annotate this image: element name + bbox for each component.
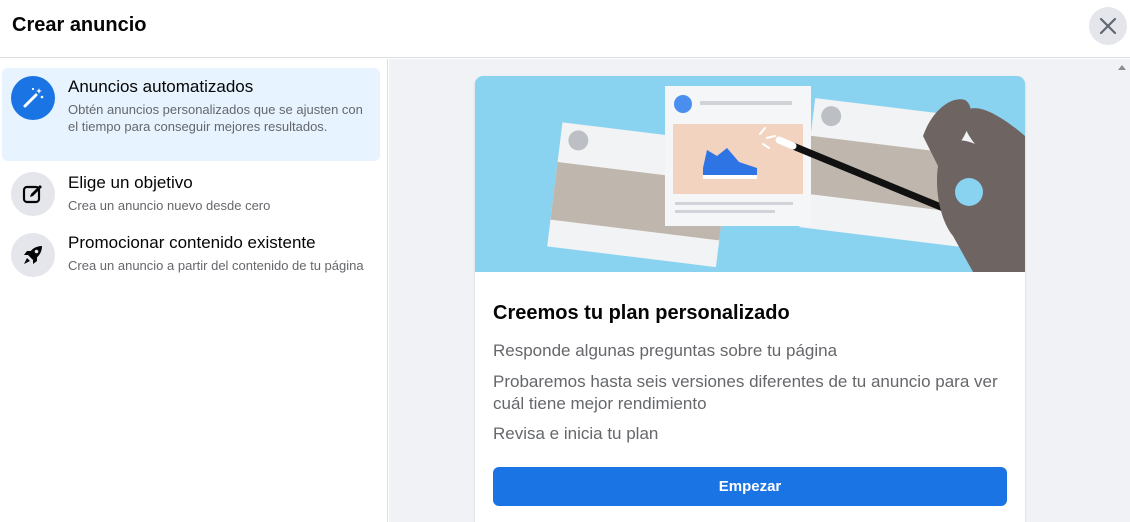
option-automated-ads[interactable]: Anuncios automatizados Obtén anuncios pe… [2,68,380,161]
rocket-icon [11,233,55,277]
card-step-1: Responde algunas preguntas sobre tu pági… [493,341,838,360]
option-description: Crea un anuncio a partir del contenido d… [68,258,364,273]
close-icon [1099,17,1117,35]
dialog-title: Crear anuncio [12,14,147,36]
card-step-2: Probaremos hasta seis versiones diferent… [493,372,998,413]
option-promote-existing[interactable]: Promocionar contenido existente Crea un … [2,226,380,298]
magic-wand-icon [11,76,55,120]
card-step-3: Revisa e inicia tu plan [493,424,659,443]
option-title: Anuncios automatizados [68,77,254,96]
start-button[interactable]: Empezar [493,467,1007,506]
dialog-header: Crear anuncio [0,0,1130,58]
card-title: Creemos tu plan personalizado [493,302,790,324]
option-title: Elige un objetivo [68,173,193,192]
main-panel: Creemos tu plan personalizado Responde a… [389,59,1130,522]
option-choose-objective[interactable]: Elige un objetivo Crea un anuncio nuevo … [2,165,380,221]
ad-illustration [475,76,1025,272]
option-description: Obtén anuncios personalizados que se aju… [68,102,363,134]
scroll-up-arrow[interactable] [1118,65,1126,70]
edit-icon [11,172,55,216]
plan-card: Creemos tu plan personalizado Responde a… [475,76,1025,522]
option-title: Promocionar contenido existente [68,233,316,252]
close-button[interactable] [1089,7,1127,45]
sidebar: Anuncios automatizados Obtén anuncios pe… [0,59,388,522]
option-description: Crea un anuncio nuevo desde cero [68,198,271,213]
